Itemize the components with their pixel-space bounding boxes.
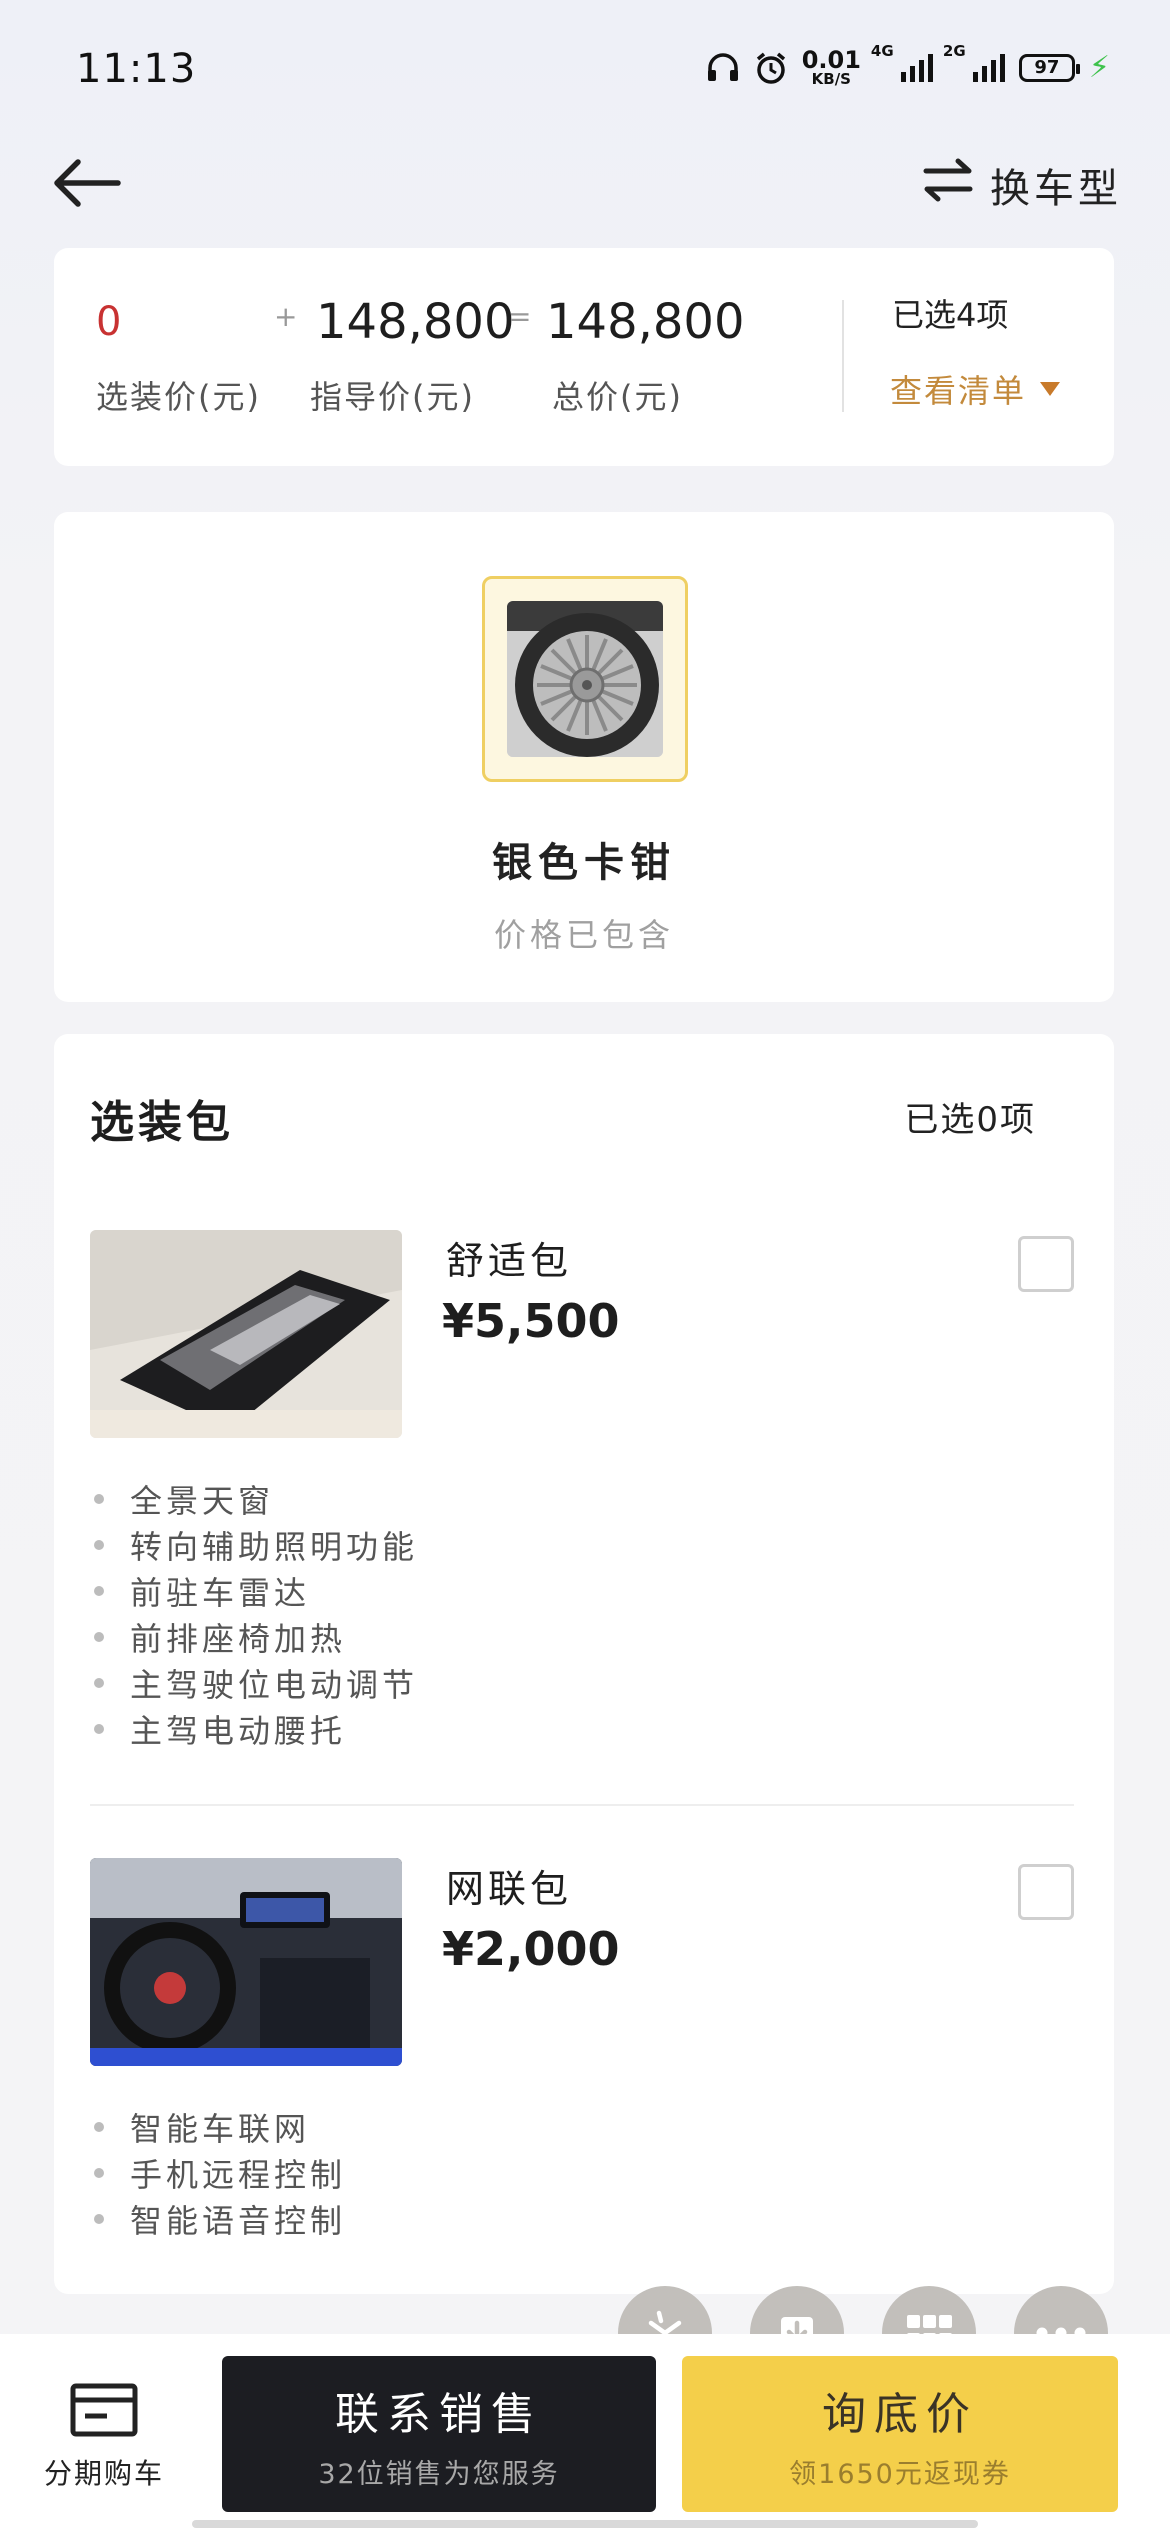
installment-icon — [69, 2382, 139, 2442]
option-price-label: 选装价(元) — [96, 378, 261, 416]
selected-count: 已选4项 — [892, 296, 1009, 334]
caliper-option-name: 银色卡钳 — [492, 840, 676, 886]
ask-lowest-price-subtitle: 领1650元返现券 — [789, 2458, 1011, 2490]
contact-sales-button[interactable]: 联系销售 32位销售为您服务 — [222, 2356, 656, 2512]
back-arrow-icon — [52, 158, 122, 212]
option-price-block: 0 选装价(元) — [96, 292, 261, 418]
installment-label: 分期购车 — [43, 2457, 164, 2490]
back-button[interactable] — [52, 150, 132, 220]
package-feature-list: 全景天窗 转向辅助照明功能 前驻车雷达 前排座椅加热 主驾驶位电动调节 主驾电动… — [90, 1476, 418, 1752]
option-price-value: 0 — [96, 299, 122, 345]
list-item: 智能语音控制 — [90, 2196, 346, 2242]
feature-text: 主驾驶位电动调节 — [130, 1666, 419, 1704]
caret-down-icon — [1040, 382, 1061, 396]
package-name: 网联包 — [446, 1867, 573, 1911]
feature-text: 智能车联网 — [130, 2110, 311, 2148]
feature-text: 前排座椅加热 — [130, 1620, 347, 1658]
alarm-icon — [754, 51, 788, 85]
bullet-icon — [94, 2168, 104, 2178]
switch-model-button[interactable]: 换车型 — [922, 150, 1122, 220]
total-price-label: 总价(元) — [552, 378, 683, 416]
ask-lowest-price-label: 询底价 — [822, 2388, 978, 2440]
battery-level: 97 — [1034, 57, 1060, 78]
bullet-icon — [94, 1586, 104, 1596]
battery-icon: 97 — [1018, 53, 1080, 82]
package-divider — [90, 1804, 1074, 1806]
signal-icon: 4G — [871, 42, 933, 82]
contact-sales-label: 联系销售 — [335, 2388, 543, 2440]
caliper-option-thumb[interactable] — [482, 576, 688, 782]
feature-text: 主驾电动腰托 — [130, 1712, 347, 1750]
bullet-icon — [94, 1494, 104, 1504]
net-speed-value: 0.01 — [801, 46, 861, 74]
plus-sign: + — [274, 300, 298, 333]
switch-model-label: 换车型 — [990, 166, 1122, 212]
list-item: 前驻车雷达 — [90, 1568, 418, 1614]
list-item: 手机远程控制 — [90, 2150, 346, 2196]
feature-text: 智能语音控制 — [130, 2202, 347, 2240]
list-item: 主驾驶位电动调节 — [90, 1660, 418, 1706]
signal-icon: 2G — [943, 42, 1005, 82]
package-item-comfort: 舒适包 ¥5,500 全景天窗 转向辅助照明功能 前驻车雷达 前排座椅加热 主驾… — [90, 1230, 1074, 1770]
net-speed-unit: KB/S — [811, 70, 851, 88]
price-summary-card: 0 选装价(元) + 148,800 指导价(元) = 148,800 总价(元… — [54, 248, 1114, 466]
guide-price-value: 148,800 — [316, 294, 515, 350]
view-list-button[interactable]: 查看清单 — [890, 366, 1061, 412]
bullet-icon — [94, 1678, 104, 1688]
signal-2-label: 2G — [942, 41, 966, 60]
package-price: ¥5,500 — [442, 1294, 620, 1348]
installment-button[interactable]: 分期购车 — [34, 2382, 174, 2492]
packages-title: 选装包 — [90, 1097, 234, 1148]
package-checkbox[interactable] — [1018, 1864, 1074, 1920]
home-indicator — [192, 2520, 978, 2528]
package-feature-list: 智能车联网 手机远程控制 智能语音控制 — [90, 2104, 346, 2242]
package-name: 舒适包 — [446, 1239, 573, 1283]
price-divider — [842, 300, 844, 412]
charging-icon: ⚡ — [1088, 50, 1110, 85]
list-item: 主驾电动腰托 — [90, 1706, 418, 1752]
package-checkbox[interactable] — [1018, 1236, 1074, 1292]
status-time: 11:13 — [76, 46, 197, 92]
guide-price-label: 指导价(元) — [310, 378, 475, 416]
bullet-icon — [94, 1724, 104, 1734]
package-price: ¥2,000 — [442, 1922, 620, 1976]
wheel-image — [507, 601, 663, 757]
feature-text: 全景天窗 — [130, 1482, 275, 1520]
contact-sales-subtitle: 32位销售为您服务 — [318, 2458, 560, 2490]
guide-price-block: 148,800 指导价(元) — [310, 292, 515, 418]
feature-text: 转向辅助照明功能 — [130, 1528, 419, 1566]
ask-lowest-price-button[interactable]: 询底价 领1650元返现券 — [682, 2356, 1118, 2512]
caliper-option-card: 银色卡钳 价格已包含 — [54, 512, 1114, 1002]
bottom-action-bar: 分期购车 联系销售 32位销售为您服务 询底价 领1650元返现券 — [0, 2334, 1170, 2532]
status-bar: 11:13 0.01 KB/S 4G 2G 97 ⚡ — [0, 0, 1170, 140]
feature-text: 手机远程控制 — [130, 2156, 347, 2194]
list-item: 智能车联网 — [90, 2104, 346, 2150]
connectivity-package-image — [90, 1858, 402, 2066]
feature-text: 前驻车雷达 — [130, 1574, 311, 1612]
equals-sign: = — [508, 300, 532, 333]
bullet-icon — [94, 1632, 104, 1642]
package-item-connectivity: 网联包 ¥2,000 智能车联网 手机远程控制 智能语音控制 — [90, 1858, 1074, 2258]
bullet-icon — [94, 2214, 104, 2224]
swap-icon — [922, 157, 974, 213]
bullet-icon — [94, 1540, 104, 1550]
comfort-package-image — [90, 1230, 402, 1438]
status-icons: 0.01 KB/S 4G 2G 97 ⚡ — [706, 42, 1110, 87]
headphones-icon — [706, 52, 740, 83]
view-list-label: 查看清单 — [890, 372, 1027, 410]
total-price-value: 148,800 — [546, 294, 745, 350]
caliper-option-note: 价格已包含 — [493, 916, 674, 954]
total-price-block: 148,800 总价(元) — [546, 292, 745, 418]
top-nav: 换车型 — [0, 140, 1170, 240]
option-packages-card: 选装包 已选0项 舒适包 ¥5,500 全景天窗 转向辅助照明功能 前驻车雷达 … — [54, 1034, 1114, 2294]
list-item: 转向辅助照明功能 — [90, 1522, 418, 1568]
net-speed: 0.01 KB/S — [802, 48, 861, 87]
list-item: 前排座椅加热 — [90, 1614, 418, 1660]
list-item: 全景天窗 — [90, 1476, 418, 1522]
bullet-icon — [94, 2122, 104, 2132]
packages-selected-count: 已选0项 — [904, 1100, 1036, 1140]
signal-1-label: 4G — [870, 41, 894, 60]
